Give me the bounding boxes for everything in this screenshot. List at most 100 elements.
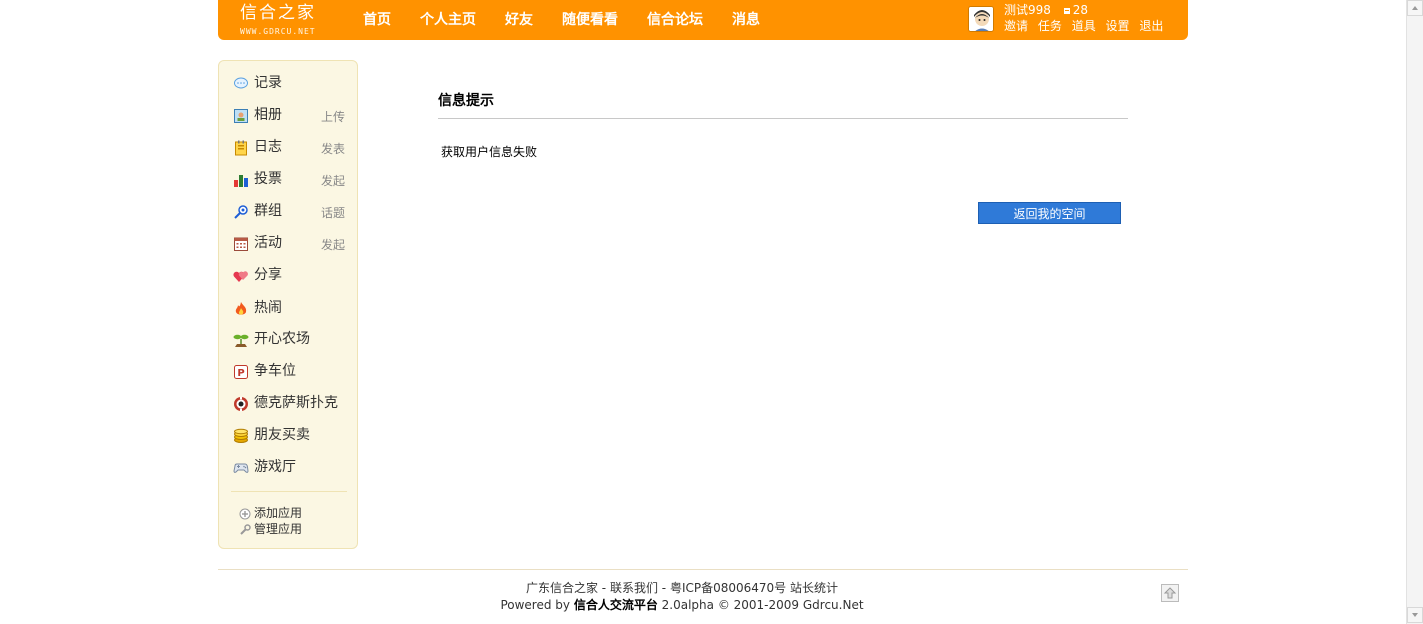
fire-icon [235,302,247,315]
sidebar-item-label: 热闹 [254,300,282,316]
vertical-scrollbar[interactable] [1406,0,1423,624]
group-icon [234,205,248,219]
nav-forum[interactable]: 信合论坛 [647,9,703,29]
sidebar-item-poll[interactable]: 投票 发起 [233,169,345,189]
powered-by: Powered by 信合人交流平台 2.0alpha © 2001-2009 … [0,596,1364,613]
plus-icon [239,508,251,520]
error-message: 获取用户信息失败 [441,145,538,159]
sidebar-item-share[interactable]: 分享 [233,265,345,285]
sidebar-item-record[interactable]: 记录 [233,73,345,93]
sidebar-item-label: 活动 [254,235,282,251]
logo-url: WWW.GDRCU.NET [240,27,316,36]
sidebar-item-group[interactable]: 群组 话题 [233,201,345,221]
sidebar-item-label: 朋友买卖 [254,427,310,443]
parking-icon: P [234,365,248,379]
top-nav-bar: 信合之家 WWW.GDRCU.NET 首页 个人主页 好友 随便看看 信合论坛 … [218,0,1188,40]
logo-text: 信合之家 [240,3,316,23]
stats-link[interactable]: 站长统计 [790,581,838,595]
scroll-down-button[interactable] [1407,607,1423,623]
upload-link[interactable]: 上传 [321,108,345,126]
sprout-icon [233,334,249,347]
user-panel: 测试998 28 邀请 任务 道具 设置 退出 [968,3,1178,35]
settings-link[interactable]: 设置 [1106,19,1130,33]
sidebar-item-label: 分享 [254,267,282,283]
add-app-label: 添加应用 [254,506,303,520]
poker-chip-icon [234,396,248,412]
nav-profile[interactable]: 个人主页 [420,9,476,29]
username[interactable]: 测试998 [1004,3,1051,17]
sidebar-item-trade[interactable]: 朋友买卖 [233,425,345,445]
props-link[interactable]: 道具 [1072,19,1096,33]
sidebar-item-games[interactable]: 游戏厅 [233,457,345,477]
sidebar-item-label: 开心农场 [254,331,310,347]
footer-separator: - [597,581,610,595]
start-event-link[interactable]: 发起 [321,236,345,254]
sidebar-item-label: 游戏厅 [254,459,296,475]
topic-link[interactable]: 话题 [321,204,345,222]
scroll-up-button[interactable] [1407,0,1423,16]
coins-icon [234,428,248,443]
sidebar-item-label: 记录 [254,75,282,91]
powered-suffix: 2.0alpha © 2001-2009 Gdrcu.Net [657,598,864,612]
sidebar-item-label: 日志 [254,139,282,155]
sidebar-item-blog[interactable]: 日志 发表 [233,137,345,157]
coin-icon [1063,7,1070,14]
sidebar-divider [231,491,347,492]
app-sidebar: 记录 相册 上传 日志 发表 投票 发起 群组 话题 活动 发起 分享 热闹 开… [218,60,358,549]
sidebar-item-label: 争车位 [254,363,296,379]
site-name-link[interactable]: 广东信合之家 [526,581,598,595]
title-divider [438,118,1128,119]
coin-count: 28 [1063,3,1088,17]
logout-link[interactable]: 退出 [1139,19,1163,33]
sidebar-item-poker[interactable]: 德克萨斯扑克 [233,393,345,413]
post-link[interactable]: 发表 [321,140,345,158]
sidebar-item-label: 群组 [254,203,282,219]
site-logo[interactable]: 信合之家 WWW.GDRCU.NET [240,2,340,36]
start-poll-link[interactable]: 发起 [321,172,345,190]
photo-album-icon [234,109,248,123]
sidebar-item-event[interactable]: 活动 发起 [233,233,345,253]
nav-friends[interactable]: 好友 [505,9,533,29]
footer-separator: - [657,581,670,595]
nav-explore[interactable]: 随便看看 [562,9,618,29]
manage-app-label: 管理应用 [254,522,303,536]
contact-link[interactable]: 联系我们 [610,581,658,595]
tasks-link[interactable]: 任务 [1038,19,1062,33]
add-app-link[interactable]: 添加应用 [239,505,339,521]
sidebar-item-parking[interactable]: P 争车位 [233,361,345,381]
powered-prefix: Powered by [500,598,574,612]
avatar[interactable] [968,6,994,32]
notebook-icon [235,140,247,156]
manage-app-link[interactable]: 管理应用 [239,521,339,537]
user-links: 邀请 任务 道具 设置 退出 [1004,17,1169,34]
footer-divider [218,569,1188,570]
footer-links: 广东信合之家 - 联系我们 - 粤ICP备08006470号 站长统计 [0,579,1364,596]
icp-link[interactable]: 粤ICP备08006470号 [670,581,786,595]
sidebar-item-farm[interactable]: 开心农场 [233,329,345,349]
platform-name: 信合人交流平台 [573,598,658,612]
sidebar-item-label: 投票 [254,171,282,187]
hearts-icon [233,271,248,282]
user-summary: 测试998 28 [1004,1,1088,18]
wrench-icon [240,524,251,535]
nav-messages[interactable]: 消息 [732,9,760,29]
invite-link[interactable]: 邀请 [1004,19,1028,33]
bar-chart-icon [234,175,248,187]
back-to-top-button[interactable] [1161,584,1179,602]
arrow-up-icon [1163,587,1177,599]
svg-text:P: P [237,368,244,379]
sidebar-item-label: 德克萨斯扑克 [254,395,338,411]
chevron-down-icon [1412,613,1418,617]
coin-count-value: 28 [1072,3,1089,17]
main-nav: 首页 个人主页 好友 随便看看 信合论坛 消息 [363,0,789,38]
sidebar-item-label: 相册 [254,107,282,123]
sidebar-item-album[interactable]: 相册 上传 [233,105,345,125]
nav-home[interactable]: 首页 [363,9,391,29]
speech-bubble-icon [234,77,248,89]
sidebar-item-hot[interactable]: 热闹 [233,298,345,318]
calendar-icon [234,237,248,251]
gamepad-icon [233,463,249,473]
chevron-up-icon [1412,6,1418,10]
return-to-space-button[interactable]: 返回我的空间 [978,202,1121,224]
page-title: 信息提示 [438,93,494,109]
